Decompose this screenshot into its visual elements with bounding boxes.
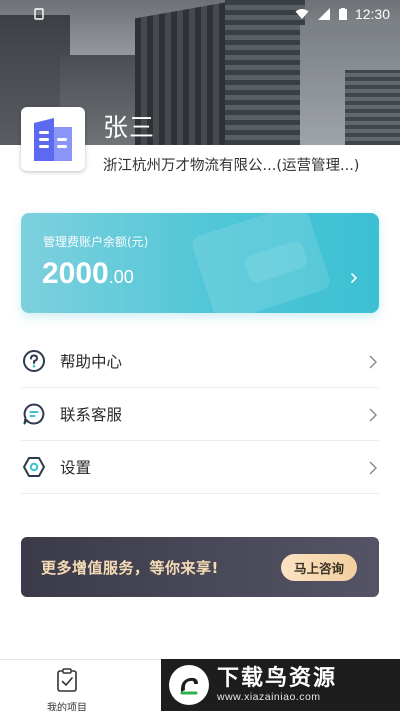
building-logo-icon — [34, 118, 72, 161]
balance-label: 管理费账户余额(元) — [43, 235, 149, 249]
watermark-text: 下载鸟资源 www.xiazainiao.com — [217, 666, 338, 704]
chat-bubble-icon — [22, 402, 46, 426]
battery-icon — [338, 8, 347, 20]
watermark-url: www.xiazainiao.com — [217, 691, 321, 703]
menu-item-contact-support[interactable]: 联系客服 — [21, 388, 379, 441]
notification-icon — [34, 8, 44, 20]
consult-now-button[interactable]: 马上咨询 — [281, 554, 357, 581]
menu-item-label: 设置 — [60, 459, 92, 477]
user-name: 张三 — [103, 113, 156, 142]
balance-amount-decimal: .00 — [108, 267, 134, 287]
menu-item-label: 帮助中心 — [60, 353, 123, 371]
menu-list: 帮助中心 联系客服 设置 — [21, 335, 379, 494]
site-watermark: 下载鸟资源 www.xiazainiao.com — [161, 659, 400, 711]
chevron-right-icon — [369, 408, 377, 422]
hexagon-settings-icon — [22, 455, 46, 479]
company-logo — [21, 107, 85, 171]
signal-icon — [317, 8, 330, 20]
chevron-right-icon — [351, 273, 358, 283]
promo-text: 更多增值服务，等你来享! — [41, 558, 219, 577]
balance-amount: 2000.00 — [42, 257, 134, 291]
status-time: 12:30 — [354, 6, 390, 22]
watermark-title: 下载鸟资源 — [217, 666, 338, 691]
chevron-right-icon — [369, 461, 377, 475]
menu-item-label: 联系客服 — [60, 406, 123, 424]
nav-label: 我的项目 — [47, 703, 87, 711]
chevron-right-icon — [369, 355, 377, 369]
wifi-icon — [295, 9, 309, 19]
value-added-services-banner[interactable]: 更多增值服务，等你来享! 马上咨询 — [21, 537, 379, 597]
building-decoration — [345, 70, 400, 145]
help-circle-icon — [22, 349, 46, 373]
balance-amount-integer: 2000 — [42, 257, 109, 290]
menu-item-help-center[interactable]: 帮助中心 — [21, 335, 379, 388]
bird-logo-icon — [169, 665, 209, 705]
menu-item-settings[interactable]: 设置 — [21, 441, 379, 494]
status-bar: 12:30 — [0, 0, 400, 28]
clipboard-check-icon — [57, 668, 77, 692]
company-name[interactable]: 浙江杭州万才物流有限公...(运营管理...) — [103, 154, 359, 175]
balance-card[interactable]: 管理费账户余额(元) 2000.00 — [21, 213, 379, 313]
nav-item-my-projects[interactable]: 我的项目 — [35, 668, 99, 711]
